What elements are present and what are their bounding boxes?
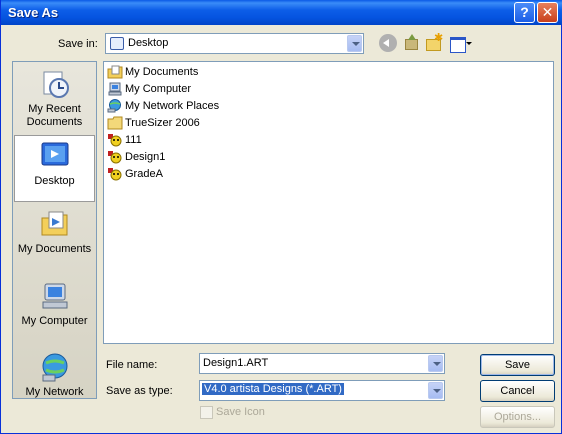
file-name-field[interactable]: Design1.ART [199,353,445,374]
save-icon-checkbox[interactable] [200,406,213,419]
my-network-icon [39,351,71,383]
up-folder-icon[interactable] [402,34,420,52]
place-label: My Recent Documents [26,103,83,128]
save-in-label: Save in: [58,38,98,50]
place-recent-documents[interactable]: My Recent Documents [14,68,95,129]
help-button[interactable]: ? [514,2,535,23]
place-my-documents[interactable]: My Documents [14,208,95,256]
save-icon-label: Save Icon [216,406,265,418]
place-desktop[interactable]: Desktop [14,135,95,202]
design-file-icon [107,167,123,181]
place-my-computer[interactable]: My Computer [14,280,95,328]
chevron-down-icon[interactable] [347,35,362,52]
save-type-value: V4.0 artista Designs (*.ART) [202,383,344,395]
recent-documents-icon [39,68,71,100]
options-button[interactable]: Options... [480,406,555,428]
design-file-icon [107,133,123,147]
cancel-button[interactable]: Cancel [480,380,555,402]
file-name-value: Design1.ART [203,357,269,369]
list-item[interactable]: 111 [107,133,142,149]
save-as-dialog: Save As ? ✕ Save in: Desktop My Recent D… [0,0,562,434]
back-icon[interactable] [379,34,397,52]
place-label: My Network [25,386,84,398]
file-list[interactable]: My Documents My Computer My Network Plac… [103,61,554,344]
my-computer-icon [39,280,71,312]
design-file-icon [107,150,123,164]
my-documents-icon [107,65,123,79]
place-label: Desktop [34,175,75,187]
chevron-down-icon[interactable] [428,382,443,399]
save-type-label: Save as type: [106,385,173,397]
views-menu-icon[interactable] [449,34,472,53]
save-button[interactable]: Save [480,354,555,376]
desktop-icon [39,140,71,172]
save-in-dropdown[interactable]: Desktop [105,33,364,54]
places-bar: My Recent Documents Desktop My Documents… [12,61,97,399]
desktop-icon [110,37,124,50]
save-in-value: Desktop [128,37,169,49]
my-computer-icon [107,82,123,96]
close-button[interactable]: ✕ [537,2,558,23]
list-item[interactable]: My Network Places [107,99,219,115]
list-item[interactable]: TrueSizer 2006 [107,116,200,132]
dialog-title: Save As [8,5,59,20]
list-item[interactable]: My Computer [107,82,191,98]
list-item[interactable]: Design1 [107,150,165,166]
place-label: My Computer [21,315,88,327]
file-name-label: File name: [106,359,158,371]
place-label: My Documents [17,243,92,255]
title-bar[interactable]: Save As ? ✕ [1,0,562,25]
save-type-dropdown[interactable]: V4.0 artista Designs (*.ART) [199,380,445,401]
network-places-icon [107,99,123,113]
folder-icon [107,116,123,130]
place-my-network[interactable]: My Network [14,351,95,398]
my-documents-icon [39,208,71,240]
list-item[interactable]: GradeA [107,167,163,183]
new-folder-icon[interactable] [425,31,443,52]
list-item[interactable]: My Documents [107,65,198,81]
chevron-down-icon[interactable] [428,355,443,372]
